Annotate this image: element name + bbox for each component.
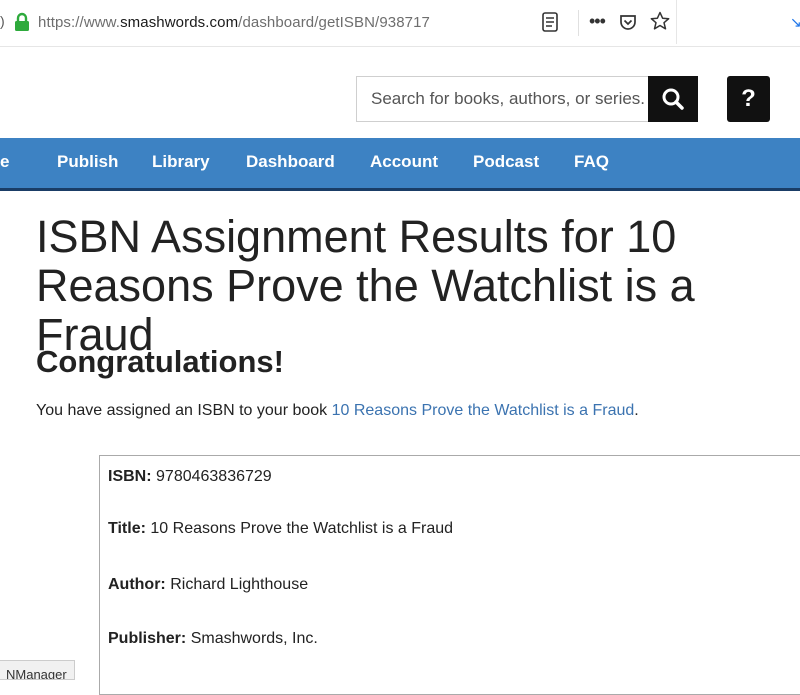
- author-value: Richard Lighthouse: [170, 576, 309, 593]
- url-prefix: https://www.: [38, 14, 121, 31]
- reader-view-icon[interactable]: [541, 11, 559, 33]
- nav-item-account[interactable]: Account: [370, 152, 438, 172]
- congratulations-heading: Congratulations!: [36, 344, 284, 379]
- url-field[interactable]: https://www.smashwords.com/dashboard/get…: [38, 14, 430, 31]
- tab-edge-glyph: ): [0, 13, 5, 29]
- pocket-icon[interactable]: [618, 12, 638, 32]
- title-row: Title: 10 Reasons Prove the Watchlist is…: [108, 520, 453, 538]
- nav-item-publish[interactable]: Publish: [57, 152, 118, 172]
- main-nav: e Publish Library Dashboard Account Podc…: [0, 138, 800, 191]
- url-path: /dashboard/getISBN/938717: [238, 14, 430, 31]
- toolbar-divider: [578, 10, 579, 36]
- bookmark-star-icon[interactable]: [650, 11, 670, 31]
- nav-item-podcast[interactable]: Podcast: [473, 152, 539, 172]
- search-box[interactable]: [356, 76, 648, 122]
- nav-item-dashboard[interactable]: Dashboard: [246, 152, 335, 172]
- title-label: Title:: [108, 520, 146, 537]
- assignment-message: You have assigned an ISBN to your book 1…: [36, 402, 639, 420]
- toolbar-divider: [676, 0, 677, 44]
- search-icon: [662, 88, 684, 110]
- isbn-label: ISBN:: [108, 468, 152, 485]
- lock-icon[interactable]: [14, 12, 30, 32]
- nav-item-faq[interactable]: FAQ: [574, 152, 609, 172]
- author-row: Author: Richard Lighthouse: [108, 576, 308, 594]
- search-button[interactable]: [648, 76, 698, 122]
- search-input[interactable]: [357, 77, 648, 121]
- isbn-row: ISBN: 9780463836729: [108, 468, 272, 486]
- publisher-label: Publisher:: [108, 630, 187, 647]
- isbn-details-box: ISBN: 9780463836729 Title: 10 Reasons Pr…: [99, 455, 800, 695]
- browser-url-bar: ) https://www.smashwords.com/dashboard/g…: [0, 0, 800, 47]
- title-value: 10 Reasons Prove the Watchlist is a Frau…: [150, 520, 454, 537]
- isbn-value: 9780463836729: [156, 468, 272, 485]
- bottom-status-tab[interactable]: NManager: [0, 660, 75, 680]
- assignment-message-suffix: .: [634, 402, 639, 419]
- book-link[interactable]: 10 Reasons Prove the Watchlist is a Frau…: [332, 402, 635, 419]
- help-button[interactable]: ?: [727, 76, 770, 122]
- publisher-row: Publisher: Smashwords, Inc.: [108, 630, 318, 648]
- nav-item-home[interactable]: e: [0, 152, 9, 172]
- download-icon[interactable]: ↘: [790, 14, 800, 31]
- url-domain: smashwords.com: [120, 14, 239, 31]
- page-title: ISBN Assignment Results for 10 Reasons P…: [36, 211, 695, 360]
- page-actions-menu-icon[interactable]: •••: [589, 11, 606, 32]
- author-label: Author:: [108, 576, 166, 593]
- publisher-value: Smashwords, Inc.: [190, 630, 318, 647]
- assignment-message-text: You have assigned an ISBN to your book: [36, 402, 332, 419]
- nav-item-library[interactable]: Library: [152, 152, 210, 172]
